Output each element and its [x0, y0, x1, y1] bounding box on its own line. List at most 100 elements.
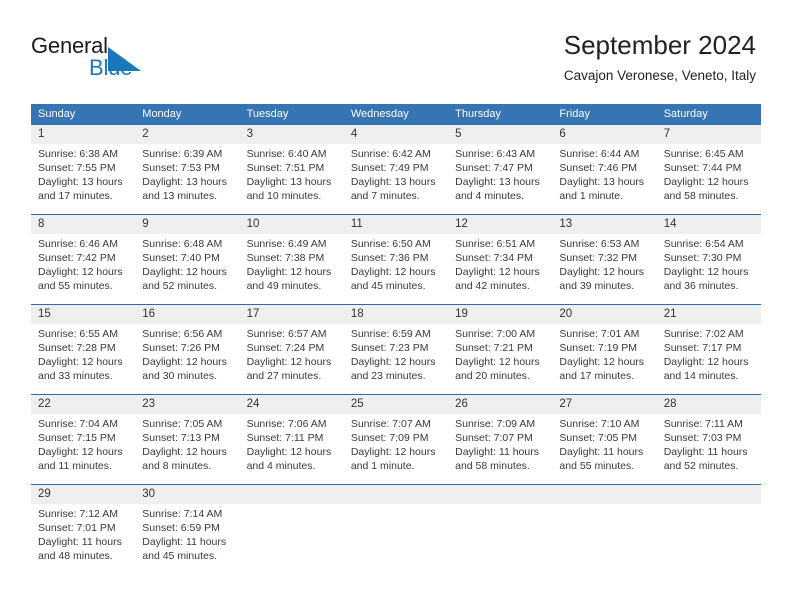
day-cell[interactable]: 22 Sunrise: 7:04 AM Sunset: 7:15 PM Dayl… [31, 395, 135, 485]
page-title: September 2024 [563, 30, 756, 60]
day-details: Sunrise: 6:48 AM Sunset: 7:40 PM Dayligh… [142, 234, 239, 293]
daylight-text-line1: Daylight: 13 hours [559, 176, 645, 188]
daylight-text-line1: Daylight: 11 hours [663, 446, 748, 458]
day-cell[interactable]: 6 Sunrise: 6:44 AM Sunset: 7:46 PM Dayli… [552, 125, 656, 215]
sunset-text: Sunset: 7:09 PM [350, 432, 429, 444]
day-cell[interactable]: 21 Sunrise: 7:02 AM Sunset: 7:17 PM Dayl… [657, 305, 761, 395]
daylight-text-line2: and 20 minutes. [455, 370, 530, 382]
day-cell[interactable]: 27 Sunrise: 7:10 AM Sunset: 7:05 PM Dayl… [552, 395, 656, 485]
weekday-header-saturday: Saturday [663, 108, 708, 120]
sunset-text: Sunset: 7:34 PM [455, 252, 533, 264]
day-cell[interactable]: 2 Sunrise: 6:39 AM Sunset: 7:53 PM Dayli… [135, 125, 239, 215]
day-details: Sunrise: 6:54 AM Sunset: 7:30 PM Dayligh… [664, 234, 761, 293]
daylight-text-line2: and 7 minutes. [350, 190, 420, 202]
day-number: 14 [663, 218, 677, 230]
sunset-text: Sunset: 7:40 PM [142, 252, 220, 264]
day-cell[interactable]: 20 Sunrise: 7:01 AM Sunset: 7:19 PM Dayl… [552, 305, 656, 395]
day-cell[interactable]: 12 Sunrise: 6:51 AM Sunset: 7:34 PM Dayl… [448, 215, 552, 305]
day-cell-empty [344, 485, 448, 575]
day-number: 30 [142, 488, 156, 500]
daylight-text-line1: Daylight: 12 hours [455, 356, 540, 368]
sunrise-text: Sunrise: 7:05 AM [142, 418, 223, 430]
daylight-text-line2: and 58 minutes. [663, 190, 739, 202]
sunrise-text: Sunrise: 6:39 AM [142, 148, 223, 160]
weekday-header-monday: Monday [142, 108, 182, 120]
sunrise-text: Sunrise: 6:57 AM [246, 328, 327, 340]
sunrise-text: Sunrise: 7:04 AM [38, 418, 118, 430]
day-cell[interactable]: 15 Sunrise: 6:55 AM Sunset: 7:28 PM Dayl… [31, 305, 135, 395]
sunrise-text: Sunrise: 7:02 AM [663, 328, 744, 340]
sunrise-text: Sunrise: 6:56 AM [142, 328, 223, 340]
daylight-text-line1: Daylight: 13 hours [455, 176, 540, 188]
daylight-text-line1: Daylight: 12 hours [246, 266, 332, 278]
general-blue-logo[interactable]: General Blue [31, 33, 161, 83]
sunrise-text: Sunrise: 7:09 AM [455, 418, 536, 430]
day-cell[interactable]: 19 Sunrise: 7:00 AM Sunset: 7:21 PM Dayl… [448, 305, 552, 395]
sunrise-text: Sunrise: 6:53 AM [559, 238, 640, 250]
daylight-text-line1: Daylight: 12 hours [350, 266, 436, 278]
day-number: 25 [350, 398, 364, 410]
weekday-header-friday: Friday [559, 108, 590, 120]
sunset-text: Sunset: 7:15 PM [38, 432, 116, 444]
day-number: 15 [38, 308, 51, 320]
sunset-text: Sunset: 7:36 PM [350, 252, 429, 264]
sunset-text: Sunset: 7:42 PM [38, 252, 116, 264]
daylight-text-line1: Daylight: 12 hours [559, 356, 645, 368]
daylight-text-line1: Daylight: 12 hours [663, 356, 749, 368]
day-details: Sunrise: 6:56 AM Sunset: 7:26 PM Dayligh… [142, 324, 239, 383]
daylight-text-line2: and 11 minutes. [38, 460, 112, 472]
sunset-text: Sunset: 7:03 PM [663, 432, 742, 444]
day-cell[interactable]: 11 Sunrise: 6:50 AM Sunset: 7:36 PM Dayl… [344, 215, 448, 305]
day-details: Sunrise: 7:12 AM Sunset: 7:01 PM Dayligh… [38, 504, 135, 563]
day-cell[interactable]: 8 Sunrise: 6:46 AM Sunset: 7:42 PM Dayli… [31, 215, 135, 305]
daylight-text-line2: and 10 minutes. [246, 190, 322, 202]
daylight-text-line1: Daylight: 13 hours [38, 176, 123, 188]
sunrise-text: Sunrise: 7:01 AM [559, 328, 640, 340]
week-row: 8 Sunrise: 6:46 AM Sunset: 7:42 PM Dayli… [31, 214, 761, 304]
day-cell[interactable]: 9 Sunrise: 6:48 AM Sunset: 7:40 PM Dayli… [135, 215, 239, 305]
day-cell[interactable]: 26 Sunrise: 7:09 AM Sunset: 7:07 PM Dayl… [448, 395, 552, 485]
sunset-text: Sunset: 7:13 PM [142, 432, 220, 444]
day-cell[interactable]: 28 Sunrise: 7:11 AM Sunset: 7:03 PM Dayl… [657, 395, 761, 485]
day-cell[interactable]: 25 Sunrise: 7:07 AM Sunset: 7:09 PM Dayl… [344, 395, 448, 485]
day-number: 11 [350, 218, 363, 230]
day-cell-empty [657, 485, 761, 575]
day-cell[interactable]: 7 Sunrise: 6:45 AM Sunset: 7:44 PM Dayli… [657, 125, 761, 215]
day-cell[interactable]: 10 Sunrise: 6:49 AM Sunset: 7:38 PM Dayl… [240, 215, 344, 305]
day-number: 10 [246, 218, 260, 230]
sunset-text: Sunset: 7:46 PM [559, 162, 638, 174]
day-cell[interactable]: 14 Sunrise: 6:54 AM Sunset: 7:30 PM Dayl… [657, 215, 761, 305]
day-cell[interactable]: 3 Sunrise: 6:40 AM Sunset: 7:51 PM Dayli… [240, 125, 344, 215]
day-cell[interactable]: 16 Sunrise: 6:56 AM Sunset: 7:26 PM Dayl… [135, 305, 239, 395]
daylight-text-line1: Daylight: 13 hours [350, 176, 436, 188]
daylight-text-line1: Daylight: 13 hours [142, 176, 227, 188]
daylight-text-line1: Daylight: 11 hours [142, 536, 227, 548]
sunrise-text: Sunrise: 7:10 AM [559, 418, 640, 430]
day-number: 13 [559, 218, 573, 230]
day-cell[interactable]: 1 Sunrise: 6:38 AM Sunset: 7:55 PM Dayli… [31, 125, 135, 215]
sunrise-text: Sunrise: 6:49 AM [246, 238, 327, 250]
daylight-text-line1: Daylight: 12 hours [142, 356, 227, 368]
day-cell[interactable]: 23 Sunrise: 7:05 AM Sunset: 7:13 PM Dayl… [135, 395, 239, 485]
sunset-text: Sunset: 7:11 PM [246, 432, 324, 444]
day-cell[interactable]: 30 Sunrise: 7:14 AM Sunset: 6:59 PM Dayl… [135, 485, 239, 575]
weekday-header-thursday: Thursday [455, 108, 501, 120]
day-cell[interactable]: 17 Sunrise: 6:57 AM Sunset: 7:24 PM Dayl… [240, 305, 344, 395]
daylight-text-line1: Daylight: 11 hours [559, 446, 644, 458]
day-cell[interactable]: 29 Sunrise: 7:12 AM Sunset: 7:01 PM Dayl… [31, 485, 135, 575]
day-cell[interactable]: 5 Sunrise: 6:43 AM Sunset: 7:47 PM Dayli… [448, 125, 552, 215]
day-cell-empty [552, 485, 656, 575]
daylight-text-line2: and 52 minutes. [142, 280, 217, 292]
day-number: 5 [455, 128, 462, 140]
sunrise-text: Sunrise: 7:00 AM [455, 328, 536, 340]
day-cell[interactable]: 4 Sunrise: 6:42 AM Sunset: 7:49 PM Dayli… [344, 125, 448, 215]
week-row: 15 Sunrise: 6:55 AM Sunset: 7:28 PM Dayl… [31, 304, 761, 394]
day-cell[interactable]: 24 Sunrise: 7:06 AM Sunset: 7:11 PM Dayl… [240, 395, 344, 485]
day-cell[interactable]: 18 Sunrise: 6:59 AM Sunset: 7:23 PM Dayl… [344, 305, 448, 395]
day-cell[interactable]: 13 Sunrise: 6:53 AM Sunset: 7:32 PM Dayl… [552, 215, 656, 305]
weekday-header-wednesday: Wednesday [350, 108, 409, 120]
day-number: 1 [38, 128, 45, 140]
day-number: 21 [663, 308, 677, 320]
sunset-text: Sunset: 7:53 PM [142, 162, 220, 174]
daylight-text-line2: and 55 minutes. [559, 460, 635, 472]
